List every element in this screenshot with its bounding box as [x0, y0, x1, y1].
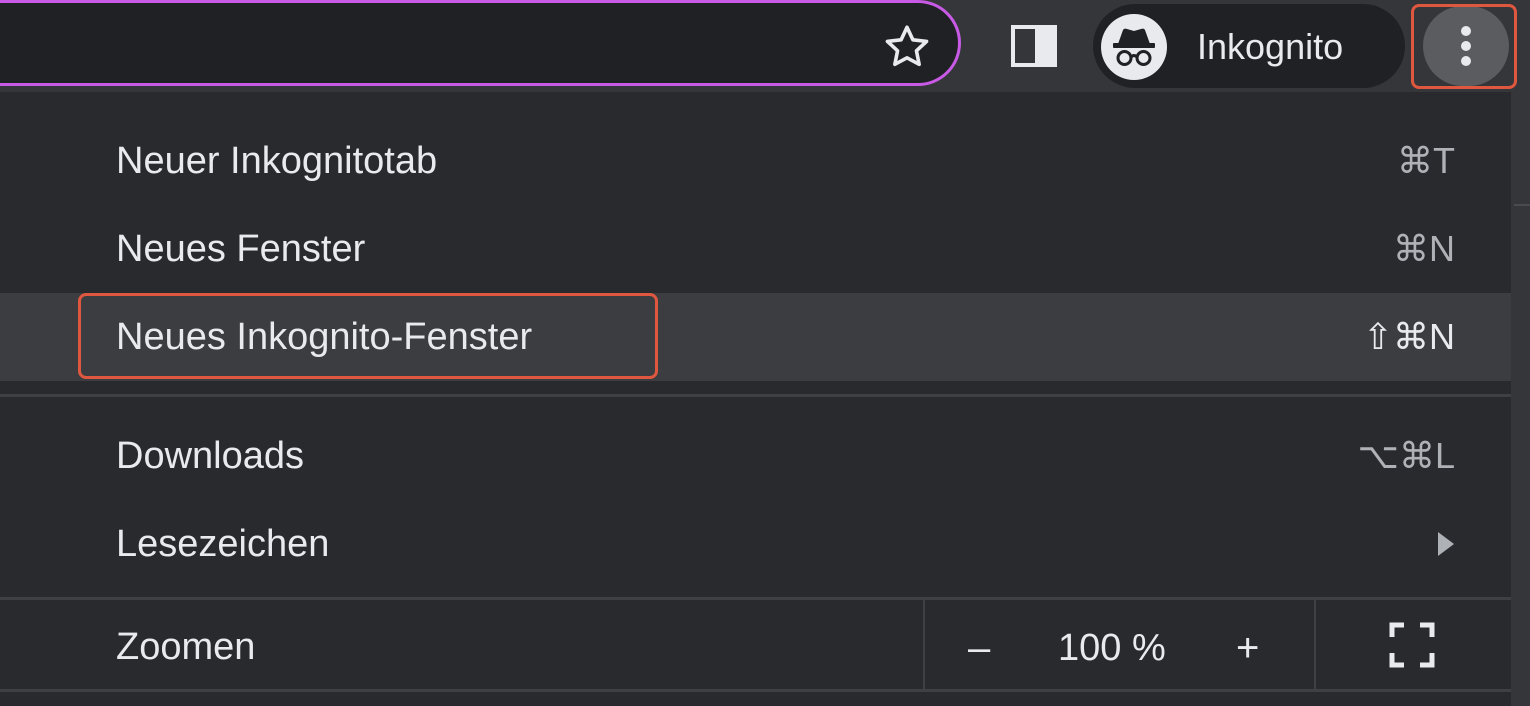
menu-item-label: Neues Fenster — [116, 228, 366, 270]
menu-item-label: Neues Inkognito-Fenster — [116, 316, 533, 358]
zoom-divider — [923, 600, 925, 692]
menu-item-new-window[interactable]: Neues Fenster ⌘N — [0, 205, 1511, 293]
menu-separator — [0, 394, 1511, 397]
page-gutter — [1511, 92, 1530, 706]
zoom-divider — [1314, 600, 1316, 692]
zoom-label: Zoomen — [116, 626, 256, 668]
profile-chip[interactable]: Inkognito — [1093, 4, 1405, 88]
star-icon[interactable] — [880, 20, 934, 74]
browser-toolbar: Inkognito — [0, 0, 1530, 92]
zoom-value: 100 % — [1058, 627, 1166, 669]
zoom-out-button[interactable]: – — [968, 624, 990, 672]
fullscreen-icon[interactable] — [1389, 622, 1435, 668]
menu-item-new-incognito-window[interactable]: Neues Inkognito-Fenster ⇧⌘N — [0, 293, 1511, 381]
menu-item-bookmarks[interactable]: Lesezeichen — [0, 500, 1511, 588]
profile-label: Inkognito — [1197, 26, 1344, 67]
menu-item-downloads[interactable]: Downloads ⌥⌘L — [0, 412, 1511, 500]
menu-item-label: Neuer Inkognitotab — [116, 140, 438, 182]
gutter-line — [1514, 204, 1530, 206]
menu-item-label: Lesezeichen — [116, 523, 330, 565]
zoom-in-button[interactable]: + — [1236, 624, 1259, 672]
menu-item-new-incognito-tab[interactable]: Neuer Inkognitotab ⌘T — [0, 117, 1511, 205]
menu-item-shortcut: ⇧⌘N — [1362, 316, 1455, 357]
address-bar[interactable] — [0, 0, 961, 86]
more-vert-icon[interactable] — [1423, 6, 1509, 86]
menu-separator — [0, 597, 1511, 600]
menu-separator — [0, 689, 1511, 692]
menu-item-shortcut: ⌥⌘L — [1357, 435, 1455, 476]
chevron-right-icon — [1438, 532, 1454, 556]
side-panel-icon[interactable] — [1011, 25, 1057, 67]
menu-item-shortcut: ⌘T — [1397, 140, 1455, 181]
menu-item-shortcut: ⌘N — [1393, 228, 1455, 269]
menu-item-label: Downloads — [116, 435, 304, 477]
incognito-icon — [1101, 14, 1167, 80]
